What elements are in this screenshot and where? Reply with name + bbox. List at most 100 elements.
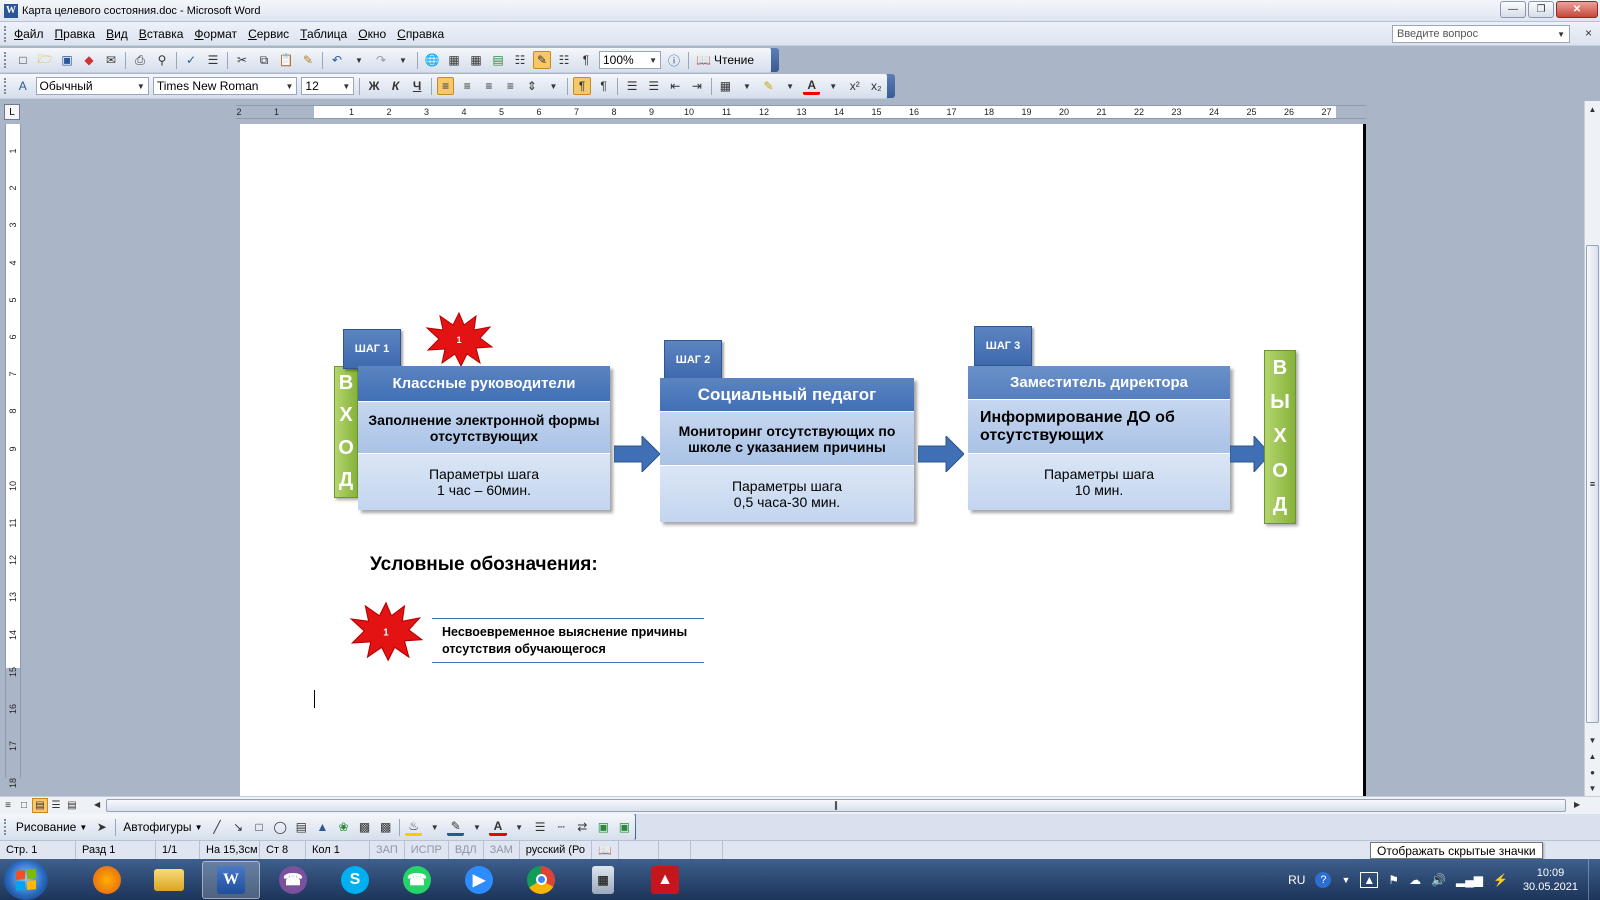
bullets-icon[interactable]: ☰ [645,77,663,95]
spelling-icon[interactable]: ✓ [182,51,200,69]
fill-color-dropdown-icon[interactable]: ▼ [426,818,443,836]
word-app-icon[interactable]: W [4,3,18,18]
subscript-icon[interactable]: x₂ [868,77,886,95]
line-spacing-icon[interactable]: ⇕ [523,77,541,95]
previous-page-icon[interactable]: ▲ [1585,748,1600,764]
taskbar-chrome[interactable] [512,861,570,899]
horizontal-scroll-track[interactable]: ∥ [106,799,1572,812]
document-close-icon[interactable]: × [1585,26,1592,40]
styles-pane-icon[interactable]: A [14,77,32,95]
arrow-style-icon[interactable]: ⇄ [574,818,591,836]
rectangle-tool-icon[interactable]: □ [251,818,268,836]
print-preview-icon[interactable]: ⚲ [153,51,171,69]
toolbar-grip[interactable] [4,819,8,835]
taskbar-whatsapp[interactable]: ☎ [388,861,446,899]
3d-style-icon[interactable]: ▣ [616,818,633,836]
copy-icon[interactable]: ⧉ [255,51,273,69]
chevron-down-icon[interactable]: ▼ [285,82,293,91]
columns-icon[interactable]: ☷ [511,51,529,69]
show-hidden-icons-icon[interactable]: ▲ [1360,871,1379,888]
underline-button[interactable]: Ч [408,77,426,95]
reading-mode-button[interactable]: 📖 Чтение [696,53,754,67]
undo-icon[interactable]: ↶ [328,51,346,69]
menu-file[interactable]: Файл [14,27,52,41]
show-desktop-button[interactable] [1588,859,1600,900]
font-color-dropdown-icon[interactable]: ▼ [511,818,528,836]
line-tool-icon[interactable]: ╱ [208,818,225,836]
zoom-select[interactable]: 100% ▼ [599,51,661,69]
help-icon[interactable]: ? [1315,871,1332,888]
numbering-icon[interactable]: ☰ [623,77,641,95]
line-style-icon[interactable]: ☰ [532,818,549,836]
chevron-down-icon[interactable]: ▼ [1557,30,1565,39]
format-painter-icon[interactable]: ✎ [299,51,317,69]
vertical-ruler[interactable]: 12345678910111213141516171819 [5,124,21,826]
close-button[interactable]: ✕ [1556,1,1598,18]
paste-icon[interactable]: 📋 [277,51,295,69]
open-folder-icon[interactable]: 🗁 [36,51,54,69]
line-color-dropdown-icon[interactable]: ▼ [468,818,485,836]
font-color-dropdown-icon[interactable]: ▼ [824,77,842,95]
select-objects-icon[interactable]: ➤ [93,818,110,836]
style-select[interactable]: Обычный ▼ [35,77,149,95]
menu-edit[interactable]: Правка [55,27,104,41]
volume-icon[interactable]: 🔊 [1431,873,1446,887]
reading-view-icon[interactable]: ▤ [64,798,80,813]
chevron-down-icon[interactable]: ▼ [342,82,350,91]
fill-color-icon[interactable]: ♨ [405,818,423,836]
scroll-up-icon[interactable]: ▲ [1585,101,1600,117]
highlight-dropdown-icon[interactable]: ▼ [781,77,799,95]
font-size-select[interactable]: 12 ▼ [301,77,355,95]
menu-view[interactable]: Вид [106,27,136,41]
scroll-left-icon[interactable]: ◀ [94,800,100,809]
menu-format[interactable]: Формат [194,27,245,41]
clock[interactable]: 10:09 30.05.2021 [1523,866,1578,894]
toolbar-options-icon[interactable] [887,74,895,98]
vertical-scroll-thumb[interactable]: ≡ [1586,245,1599,723]
line-color-icon[interactable]: ✎ [447,818,465,836]
status-language[interactable]: русский (Ро [520,840,592,860]
toolbar-grip[interactable] [4,78,8,94]
font-select[interactable]: Times New Roman ▼ [152,77,298,95]
highlight-icon[interactable]: ✎ [760,77,778,95]
chevron-down-icon[interactable]: ▼ [1341,875,1350,885]
align-center-icon[interactable]: ≡ [458,77,476,95]
redo-icon[interactable]: ↷ [372,51,390,69]
taskbar-viber[interactable]: ☎ [264,861,322,899]
wordart-icon[interactable]: ▲ [314,818,331,836]
tray-lang[interactable]: RU [1288,873,1305,887]
clipart-icon[interactable]: ▩ [356,818,373,836]
status-extend-selection[interactable]: ВДЛ [449,840,484,860]
menu-table[interactable]: Таблица [300,27,355,41]
menu-window[interactable]: Окно [358,27,394,41]
toolbar-options-icon[interactable] [771,48,779,72]
justify-icon[interactable]: ≡ [502,77,520,95]
bold-button[interactable]: Ж [365,77,383,95]
taskbar-calculator[interactable]: ▦ [574,861,632,899]
diagram-icon[interactable]: ❀ [335,818,352,836]
chevron-down-icon[interactable]: ▼ [137,82,145,91]
signal-icon[interactable]: ▂▄▆ [1456,873,1483,887]
cut-icon[interactable]: ✂ [233,51,251,69]
drawing-menu-button[interactable]: Рисование ▼ [16,820,87,834]
oval-tool-icon[interactable]: ◯ [272,818,289,836]
browse-object-icon[interactable]: ● [1585,764,1600,780]
insert-table-icon[interactable]: ▦ [467,51,485,69]
arrow-tool-icon[interactable]: ↘ [230,818,247,836]
web-view-icon[interactable]: □ [16,798,32,813]
align-right-icon[interactable]: ≡ [480,77,498,95]
hyperlink-icon[interactable]: 🌐 [423,51,441,69]
scroll-down-icon[interactable]: ▼ [1585,732,1600,748]
insert-excel-icon[interactable]: ▤ [489,51,507,69]
help-icon[interactable]: ⓘ [665,51,683,69]
permission-icon[interactable]: ◆ [80,51,98,69]
email-icon[interactable]: ✉ [102,51,120,69]
redo-dropdown-icon[interactable]: ▼ [394,51,412,69]
network-icon[interactable]: ☁ [1409,873,1421,887]
save-icon[interactable]: ▣ [58,51,76,69]
italic-button[interactable]: К [387,77,405,95]
minimize-button[interactable]: — [1500,1,1526,18]
status-record-macro[interactable]: ЗАП [370,840,405,860]
action-center-icon[interactable]: ⚑ [1388,873,1399,887]
font-color-icon[interactable]: A [489,818,507,836]
